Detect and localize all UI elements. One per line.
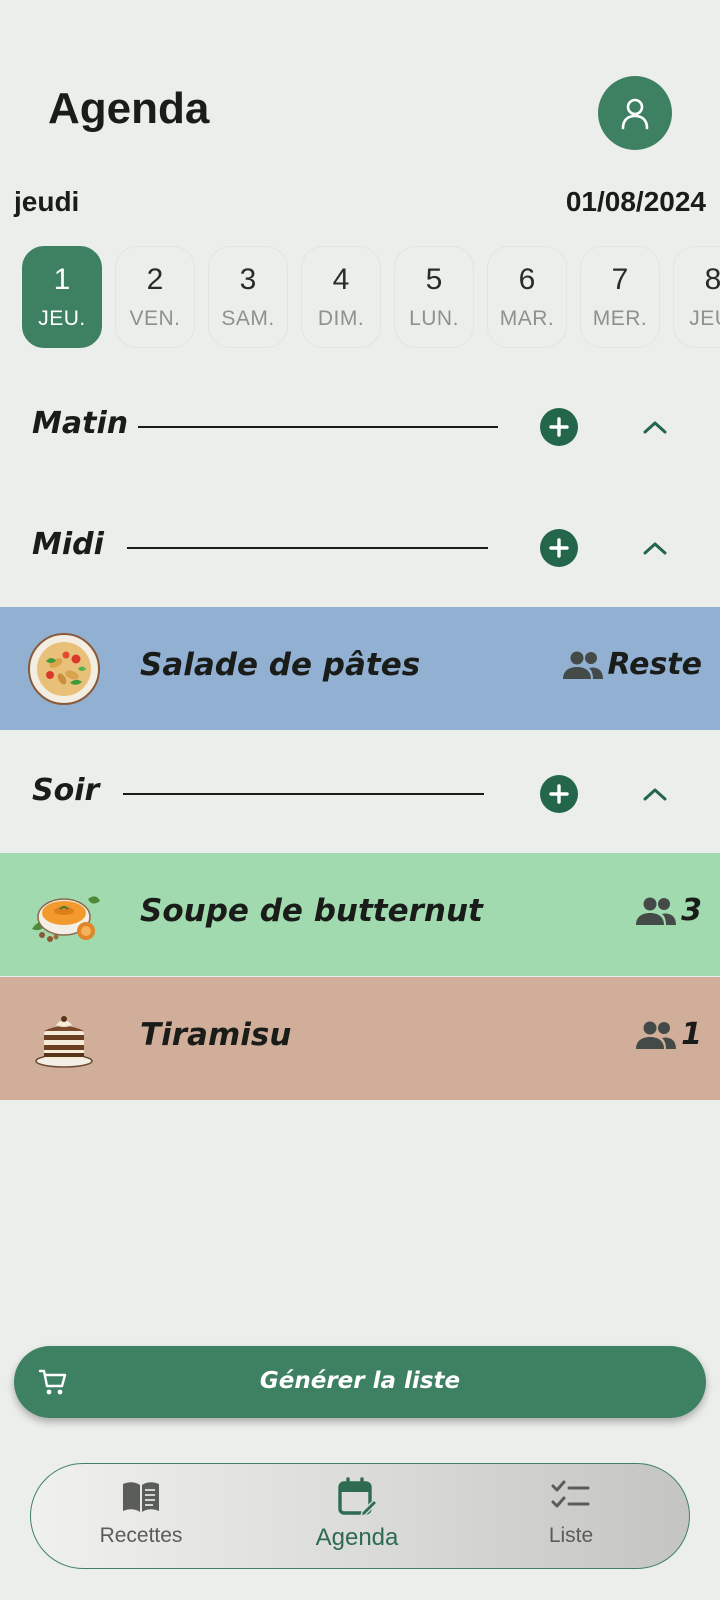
- chevron-up-icon: [643, 788, 667, 801]
- day-chip-6[interactable]: 6 MAR.: [487, 246, 567, 348]
- day-abbr: MER.: [592, 307, 648, 330]
- plus-icon: [549, 784, 569, 804]
- day-chip-8[interactable]: 8 JEU.: [673, 246, 720, 348]
- day-number: 5: [425, 263, 443, 296]
- nav-item-agenda[interactable]: Agenda: [277, 1476, 437, 1560]
- nav-label: Recettes: [99, 1524, 183, 1547]
- profile-button[interactable]: [598, 76, 672, 150]
- add-recipe-button[interactable]: [540, 529, 578, 567]
- chevron-up-icon: [643, 542, 667, 555]
- day-abbr: LUN.: [409, 307, 459, 330]
- nav-label: Liste: [548, 1524, 594, 1547]
- day-abbr: SAM.: [221, 307, 275, 330]
- divider: [127, 547, 488, 549]
- day-chip-5[interactable]: 5 LUN.: [394, 246, 474, 348]
- divider: [138, 426, 498, 428]
- nav-label: Agenda: [315, 1524, 399, 1551]
- servings-count: 1: [681, 1017, 702, 1052]
- bottom-navigation: Recettes Agenda Liste: [30, 1463, 690, 1569]
- calendar-edit-icon: [338, 1477, 378, 1518]
- people-icon: [636, 897, 677, 925]
- divider: [123, 793, 484, 795]
- servings-info: 1: [635, 1017, 702, 1052]
- recipe-name: Soupe de butternut: [140, 893, 483, 929]
- nav-item-liste[interactable]: Liste: [491, 1476, 651, 1560]
- day-chip-1[interactable]: 1 JEU.: [22, 246, 102, 348]
- day-chip-3[interactable]: 3 SAM.: [208, 246, 288, 348]
- day-chip-4[interactable]: 4 DIM.: [301, 246, 381, 348]
- recipe-row-salade[interactable]: Salade de pâtes Reste: [0, 607, 720, 730]
- selected-date[interactable]: 01/08/2024: [566, 186, 706, 218]
- day-abbr: JEU.: [38, 307, 86, 330]
- day-number: 7: [611, 263, 629, 296]
- plus-icon: [549, 538, 569, 558]
- day-abbr: JEU.: [689, 307, 720, 330]
- generate-list-label: Générer la liste: [259, 1368, 461, 1394]
- day-number: 3: [239, 263, 257, 296]
- servings-label: Reste: [607, 647, 703, 682]
- meal-title: Matin: [32, 406, 129, 441]
- day-abbr: VEN.: [129, 307, 181, 330]
- day-chip-2[interactable]: 2 VEN.: [115, 246, 195, 348]
- day-selector[interactable]: 1 JEU. 2 VEN. 3 SAM. 4 DIM. 5 LUN. 6 MAR…: [22, 246, 720, 348]
- collapse-button[interactable]: [638, 777, 672, 811]
- collapse-button[interactable]: [638, 410, 672, 444]
- selected-day-name: jeudi: [14, 186, 80, 217]
- meal-title: Soir: [32, 773, 100, 808]
- meal-title: Midi: [32, 527, 104, 562]
- recipe-name: Salade de pâtes: [140, 647, 421, 683]
- plus-icon: [549, 417, 569, 437]
- pasta-salad-image: [26, 631, 102, 707]
- day-number: 1: [53, 263, 71, 296]
- add-recipe-button[interactable]: [540, 408, 578, 446]
- people-icon: [562, 651, 603, 679]
- recipe-row-soupe[interactable]: Soupe de butternut 3: [0, 853, 720, 976]
- day-number: 4: [332, 263, 350, 296]
- meal-section-matin: Matin: [0, 396, 720, 456]
- checklist-icon: [551, 1480, 590, 1508]
- tiramisu-image: [26, 1001, 102, 1077]
- day-number: 6: [518, 263, 536, 296]
- day-abbr: MAR.: [499, 307, 555, 330]
- book-icon: [123, 1482, 159, 1512]
- page-title: Agenda: [48, 84, 210, 133]
- butternut-soup-image: [26, 877, 102, 953]
- day-number: 8: [704, 263, 720, 296]
- people-icon: [636, 1021, 677, 1049]
- meal-section-soir: Soir: [0, 763, 720, 823]
- chevron-up-icon: [643, 421, 667, 434]
- servings-info: Reste: [562, 647, 703, 682]
- day-chip-7[interactable]: 7 MER.: [580, 246, 660, 348]
- servings-count: 3: [681, 893, 702, 928]
- day-abbr: DIM.: [317, 307, 365, 330]
- day-number: 2: [146, 263, 164, 296]
- add-recipe-button[interactable]: [540, 775, 578, 813]
- nav-item-recettes[interactable]: Recettes: [61, 1476, 221, 1560]
- servings-info: 3: [635, 893, 702, 928]
- recipe-name: Tiramisu: [140, 1017, 292, 1053]
- meal-section-midi: Midi: [0, 517, 720, 577]
- generate-list-button[interactable]: Générer la liste: [14, 1346, 706, 1418]
- collapse-button[interactable]: [638, 531, 672, 565]
- person-icon: [621, 98, 649, 130]
- recipe-row-tiramisu[interactable]: Tiramisu 1: [0, 977, 720, 1100]
